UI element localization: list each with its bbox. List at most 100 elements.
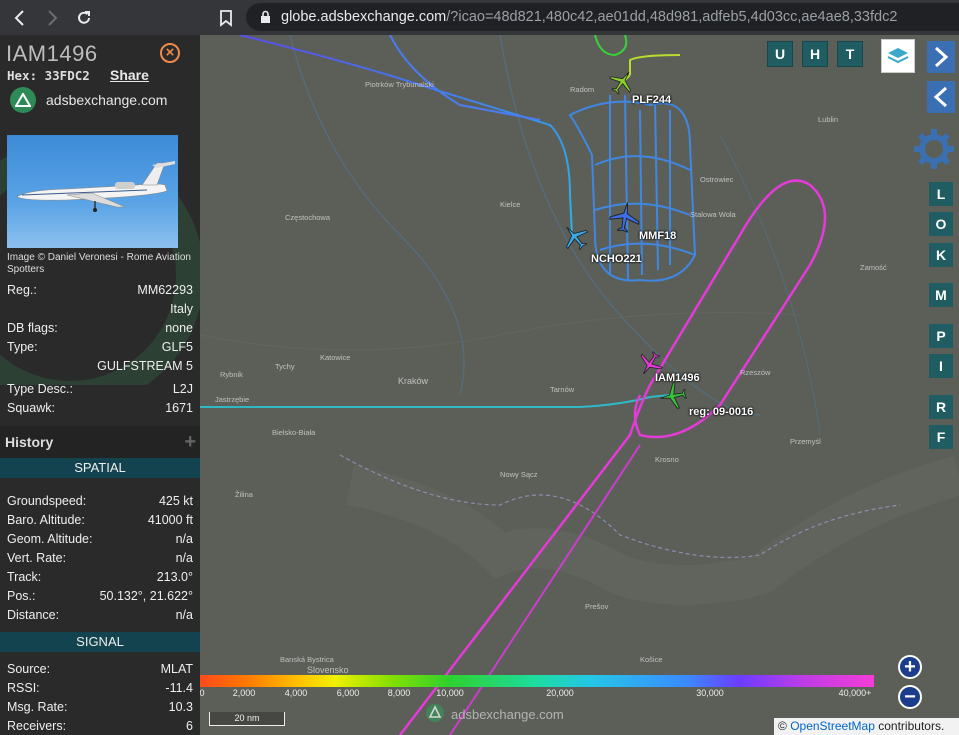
spatial-label: Track: bbox=[7, 570, 42, 584]
spatial-label: Geom. Altitude: bbox=[7, 532, 93, 546]
spatial-header: SPATIAL bbox=[0, 458, 200, 478]
aircraft-info-panel: IAM1496 × Hex: 33FDC2 Share adsbexchange… bbox=[0, 35, 200, 735]
zoom-in-button[interactable]: + bbox=[898, 655, 922, 679]
toggle-r-button[interactable]: R bbox=[929, 395, 953, 419]
toggle-u-button[interactable]: U bbox=[767, 41, 793, 67]
legend-tick: 6,000 bbox=[336, 688, 360, 698]
bookmark-icon[interactable] bbox=[210, 2, 242, 34]
detail-label: Type Desc.: bbox=[7, 382, 73, 396]
place-kosice: Košice bbox=[640, 655, 663, 664]
legend-tick: 40,000+ bbox=[838, 688, 872, 698]
adsbexchange-link[interactable]: adsbexchange.com bbox=[10, 87, 167, 113]
toggle-t-button[interactable]: T bbox=[837, 41, 863, 67]
place-banska: Banská Bystrica bbox=[280, 655, 334, 664]
spatial-label: Vert. Rate: bbox=[7, 551, 67, 565]
signal-row-receivers: Receivers: 6 bbox=[7, 719, 193, 733]
detail-row-dbflags: DB flags: none bbox=[7, 321, 193, 335]
detail-value: Italy bbox=[170, 302, 193, 316]
openstreetmap-link[interactable]: OpenStreetMap bbox=[790, 719, 875, 733]
expand-plus-icon[interactable]: + bbox=[184, 431, 196, 454]
zoom-out-button[interactable]: − bbox=[898, 685, 922, 709]
place-zilina: Žilina bbox=[235, 490, 253, 499]
settings-gear-icon[interactable] bbox=[912, 127, 956, 171]
reload-icon[interactable] bbox=[68, 2, 100, 34]
attribution-suffix: contributors. bbox=[878, 719, 945, 733]
spatial-label: Distance: bbox=[7, 608, 60, 622]
legend-tick: 8,000 bbox=[387, 688, 411, 698]
detail-row-country: Italy bbox=[7, 302, 193, 316]
photo-credit: Image © Daniel Veronesi - Rome Aviation … bbox=[7, 252, 191, 275]
toggle-k-button[interactable]: K bbox=[929, 243, 953, 267]
toggle-p-button[interactable]: P bbox=[929, 324, 953, 348]
place-rzeszow: Rzeszów bbox=[740, 368, 771, 377]
place-radom: Radom bbox=[570, 85, 595, 94]
map-attribution: © OpenStreetMap contributors. bbox=[774, 718, 959, 735]
toggle-o-button[interactable]: O bbox=[929, 212, 953, 236]
share-link[interactable]: Share bbox=[110, 67, 149, 83]
altitude-legend: 0 2,000 4,000 6,000 8,000 10,000 20,000 … bbox=[200, 673, 874, 701]
signal-label: Source: bbox=[7, 662, 51, 676]
attribution-prefix: © bbox=[778, 719, 787, 733]
url-path: /?icao=48d821,480c42,ae01dd,48d981,adfeb… bbox=[446, 9, 898, 25]
altitude-color-bar bbox=[200, 675, 874, 687]
aircraft-photo[interactable] bbox=[7, 135, 178, 248]
detail-label: Reg.: bbox=[7, 283, 37, 297]
signal-label: Receivers: bbox=[7, 719, 67, 733]
history-label: History bbox=[5, 434, 54, 450]
place-presov: Prešov bbox=[585, 602, 609, 611]
place-ostrowiec: Ostrowiec bbox=[700, 175, 734, 184]
signal-label: Msg. Rate: bbox=[7, 700, 68, 714]
expand-right-icon[interactable] bbox=[927, 41, 955, 73]
watermark-text: adsbexchange.com bbox=[451, 707, 564, 722]
history-section[interactable]: History + bbox=[0, 426, 200, 458]
detail-label: Squawk: bbox=[7, 401, 55, 415]
address-bar[interactable]: globe.adsbexchange.com/?icao=48d821,480c… bbox=[246, 3, 959, 31]
adsbexchange-logo-icon bbox=[10, 87, 36, 113]
url-host: globe.adsbexchange.com bbox=[281, 9, 447, 25]
collapse-left-icon[interactable] bbox=[927, 81, 955, 113]
place-jastrzebie: Jastrzębie bbox=[215, 395, 250, 404]
place-piotrkow: Piotrków Trybunalski bbox=[365, 80, 434, 89]
aircraft-plf244-icon[interactable] bbox=[608, 68, 636, 96]
detail-row-squawk: Squawk: 1671 bbox=[7, 401, 193, 415]
spatial-value: 213.0° bbox=[156, 570, 193, 584]
spatial-row-distance: Distance: n/a bbox=[7, 608, 193, 622]
place-lublin: Lublin bbox=[818, 115, 839, 124]
aircraft-ncho221-icon[interactable] bbox=[560, 222, 590, 252]
signal-value: -11.4 bbox=[165, 681, 193, 695]
aircraft-label-09-0016[interactable]: reg: 09-0016 bbox=[689, 406, 753, 418]
toggle-f-button[interactable]: F bbox=[929, 425, 953, 449]
layers-icon[interactable] bbox=[881, 39, 915, 73]
back-icon[interactable] bbox=[4, 2, 36, 34]
toggle-h-button[interactable]: H bbox=[802, 41, 828, 67]
toggle-m-button[interactable]: M bbox=[929, 283, 953, 307]
place-nowy-sacz: Nowy Sącz bbox=[500, 470, 538, 479]
toggle-l-button[interactable]: L bbox=[929, 182, 953, 206]
detail-label: Type: bbox=[7, 340, 38, 354]
forward-icon[interactable] bbox=[36, 2, 68, 34]
site-link-label: adsbexchange.com bbox=[46, 92, 168, 108]
place-katowice: Katowice bbox=[320, 353, 351, 362]
spatial-value: 41000 ft bbox=[147, 513, 193, 527]
place-kielce: Kielce bbox=[500, 200, 521, 209]
toggle-i-button[interactable]: I bbox=[929, 354, 953, 378]
aircraft-label-plf244[interactable]: PLF244 bbox=[632, 94, 671, 106]
aircraft-mmf18-icon[interactable] bbox=[608, 200, 642, 234]
aircraft-label-ncho221[interactable]: NCHO221 bbox=[591, 253, 642, 265]
spatial-row-track: Track: 213.0° bbox=[7, 570, 193, 584]
signal-label: RSSI: bbox=[7, 681, 40, 695]
callsign-title: IAM1496 bbox=[6, 41, 98, 66]
spatial-row-baro-alt: Baro. Altitude: 41000 ft bbox=[7, 513, 193, 527]
detail-value: GLF5 bbox=[161, 340, 193, 354]
close-icon[interactable]: × bbox=[160, 43, 180, 63]
detail-row-type: Type: GLF5 bbox=[7, 340, 193, 354]
spatial-value: n/a bbox=[175, 532, 193, 546]
aircraft-09-0016-icon[interactable] bbox=[658, 381, 688, 411]
spatial-row-geom-alt: Geom. Altitude: n/a bbox=[7, 532, 193, 546]
aircraft-label-mmf18[interactable]: MMF18 bbox=[639, 230, 676, 242]
signal-header: SIGNAL bbox=[0, 632, 200, 652]
signal-row-source: Source: MLAT bbox=[7, 662, 193, 676]
spatial-label: Groundspeed: bbox=[7, 494, 87, 508]
spatial-value: 425 kt bbox=[158, 494, 193, 508]
map-canvas[interactable]: Piotrków Trybunalski Radom Kielce Często… bbox=[200, 35, 959, 735]
